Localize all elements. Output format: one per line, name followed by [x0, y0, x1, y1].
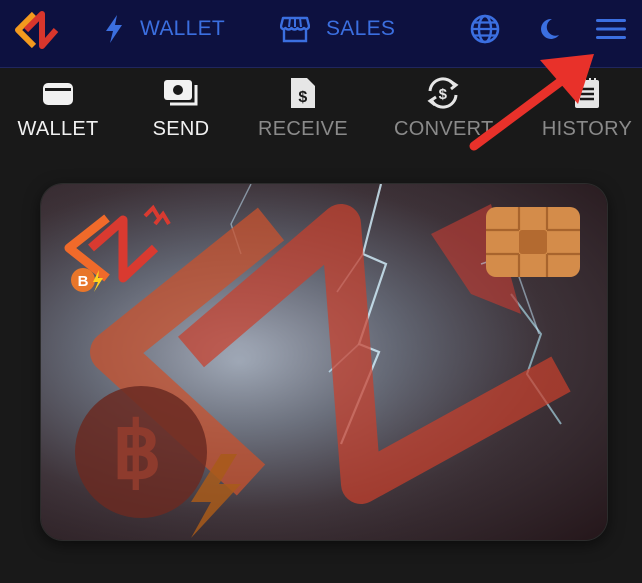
- tab-wallet[interactable]: WALLET: [16, 76, 100, 141]
- svg-text:$: $: [298, 89, 307, 106]
- card-logo-badge: B: [78, 273, 89, 290]
- lightning-icon: [106, 15, 122, 43]
- receive-invoice-icon: $: [291, 78, 315, 108]
- wallet-card[interactable]: ฿ B: [41, 184, 607, 540]
- wallet-action-toolbar: WALLET SEND $ RECEIVE $ CONVERT HISTORY: [0, 68, 642, 148]
- tab-history[interactable]: HISTORY: [540, 76, 634, 141]
- svg-text:฿: ฿: [112, 407, 162, 495]
- svg-text:$: $: [439, 86, 448, 103]
- nav-wallet-link[interactable]: WALLET: [104, 14, 225, 44]
- history-receipt-icon: [575, 78, 599, 108]
- tab-convert[interactable]: $ CONVERT: [394, 76, 494, 141]
- moon-icon: [541, 18, 559, 39]
- nav-sales-link[interactable]: SALES: [280, 14, 395, 44]
- tab-send-label: SEND: [152, 118, 210, 140]
- nav-wallet-label: WALLET: [140, 17, 226, 40]
- top-navbar: WALLET SALES: [0, 0, 642, 68]
- convert-dollar-icon: $: [427, 77, 459, 109]
- tab-history-label: HISTORY: [541, 118, 633, 140]
- send-money-icon: [164, 80, 198, 106]
- menu-icon: [596, 19, 626, 39]
- hamburger-menu-button[interactable]: [594, 12, 628, 46]
- tab-receive-label: RECEIVE: [258, 118, 348, 140]
- card-chip-icon: [486, 207, 580, 277]
- tab-wallet-label: WALLET: [17, 118, 99, 140]
- tab-convert-label: CONVERT: [394, 118, 494, 140]
- nav-sales-label: SALES: [326, 17, 396, 40]
- globe-icon: [470, 14, 500, 44]
- language-globe-button[interactable]: [468, 12, 502, 46]
- storefront-icon: [280, 16, 310, 43]
- dark-mode-toggle[interactable]: [532, 12, 566, 46]
- brand-logo-icon[interactable]: [12, 6, 60, 54]
- card-brand-logo-icon: B: [64, 204, 171, 292]
- wallet-icon: [43, 83, 73, 105]
- tab-receive[interactable]: $ RECEIVE: [258, 76, 348, 141]
- tab-send[interactable]: SEND: [146, 76, 216, 141]
